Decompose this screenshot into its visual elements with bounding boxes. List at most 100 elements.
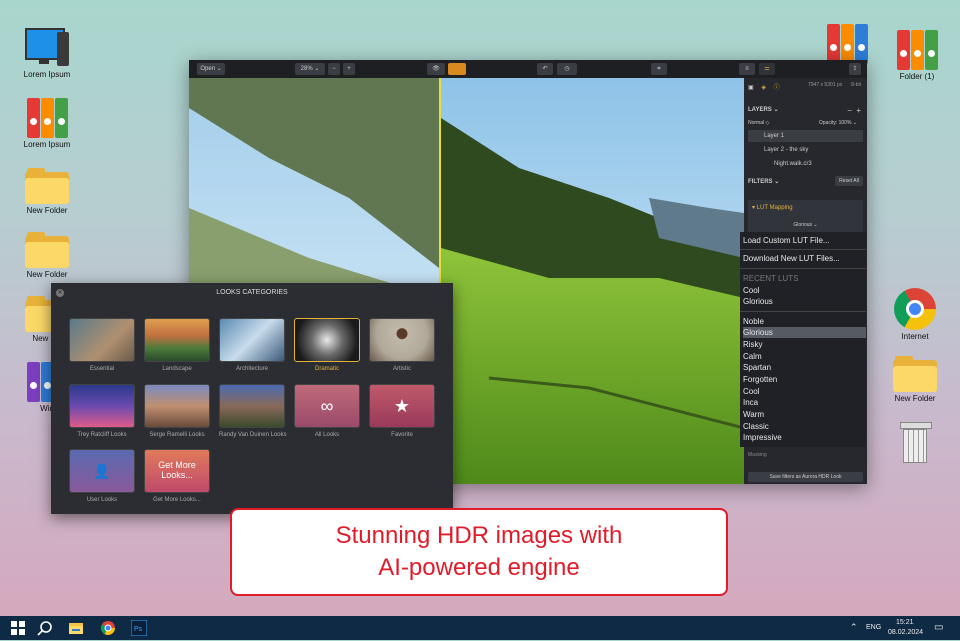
look-caption: Architecture [235,366,268,372]
computer-icon [25,28,69,68]
look-caption: Artistic [393,366,411,372]
history-icon[interactable]: ◷ [557,63,577,75]
folder-icon [25,168,69,204]
desktop-icon-folder[interactable]: New Folder [880,356,950,403]
desktop-icon-binders[interactable]: Lorem Ipsum [12,96,82,149]
trey-ratcliff-thumbnail [69,384,135,428]
lut-item[interactable]: Risky [743,339,866,350]
zoom-out-button[interactable]: − [328,63,340,75]
desktop-icon-recycle-bin[interactable] [880,422,950,463]
opacity-select[interactable]: Opacity: 100% ⌄ [819,120,857,126]
desktop-icon-label: New Folder [894,394,936,403]
layer-name: Layer 1 [764,133,785,139]
lut-item[interactable]: Forgotten [743,374,866,385]
look-caption: Essential [89,366,115,372]
layer-item[interactable]: Layer 1 [748,130,863,142]
undo-icon[interactable]: ↶ [537,63,553,75]
lut-item[interactable]: Noble [743,316,866,327]
look-tile-essential[interactable]: Essential [69,318,135,372]
zoom-select[interactable]: 28% ⌄ [295,63,325,75]
blend-mode-select[interactable]: Normal ◇ [748,120,769,126]
chrome-taskbar-icon[interactable] [100,620,116,636]
look-tile-favorite[interactable]: ★ Favorite [369,384,435,438]
eye-icon[interactable]: 👁 [427,63,445,75]
layers-panel-icon[interactable]: ≡ [739,63,755,75]
user-looks-thumbnail: 👤 [69,449,135,493]
download-lut-item[interactable]: Download New LUT Files... [743,253,866,264]
look-tile-architecture[interactable]: Architecture [219,318,285,372]
info-icon[interactable]: ⓘ [774,85,780,91]
look-tile-trey-ratcliff[interactable]: Trey Ratcliff Looks [69,384,135,438]
desktop-icon-folder-1[interactable]: Folder (1) [882,28,952,81]
layers-icon[interactable]: ◈ [761,85,766,91]
chevron-up-icon[interactable]: ⌃ [850,622,858,633]
desktop-icon-label: Internet [901,332,929,341]
callout-line-1: Stunning HDR images with [335,522,623,549]
load-custom-lut-item[interactable]: Load Custom LUT File... [743,235,866,246]
look-tile-all-looks[interactable]: ∞ All Looks [294,384,360,438]
architecture-thumbnail [219,318,285,362]
windows-start-icon[interactable] [10,620,26,636]
look-tile-artistic[interactable]: Artistic [369,318,435,372]
desktop-icon-computer[interactable]: Lorem Ipsum [12,28,82,79]
add-layer-icon[interactable]: − + [841,106,861,115]
crop-icon[interactable]: ⌗ [651,63,667,75]
filters-panel-icon[interactable]: ⚌ [759,63,775,75]
panel-icons-row: ▣ ◈ ⓘ 7947 x 5301 px 8-bit [748,82,863,92]
lut-item[interactable]: Spartan [743,362,866,373]
language-indicator[interactable]: ENG [866,624,881,631]
lut-item[interactable]: Calm [743,351,866,362]
zoom-in-button[interactable]: + [343,63,355,75]
look-tile-user-looks[interactable]: 👤 User Looks [69,449,135,503]
share-icon[interactable]: ⇪ [849,63,861,75]
clock-date[interactable]: 08.02.2024 [888,629,923,636]
lut-item-selected[interactable]: Glorious [743,327,866,338]
look-tile-get-more[interactable]: Get More Looks... Get More Looks... [144,449,210,503]
look-caption: User Looks [86,497,118,503]
dramatic-thumbnail [294,318,360,362]
open-button[interactable]: Open ⌄ [197,63,225,75]
recent-luts-header: RECENT LUTS [743,274,799,283]
layer-item[interactable]: Layer 2 - the sky [748,144,863,156]
layer-item[interactable]: Night.walk.cr3 [748,158,863,170]
lut-mapping-filter[interactable]: ▾ LUT Mapping [748,200,863,236]
binders-icon [895,28,939,70]
desktop-icon-winrar[interactable] [812,22,882,64]
clock-time[interactable]: 15:21 [896,619,914,626]
lut-item[interactable]: Cool [743,285,866,296]
save-filters-button[interactable]: Save filters as Aurora HDR Look [748,472,863,482]
lut-item[interactable]: Cool [743,386,866,397]
user-icon: 👤 [93,463,111,479]
svg-text:Ps: Ps [134,626,143,633]
all-looks-thumbnail: ∞ [294,384,360,428]
lut-item[interactable]: Impressive [743,432,866,443]
look-caption: Trey Ratcliff Looks [77,432,127,438]
lut-item[interactable]: Classic [743,421,866,432]
reset-all-button[interactable]: Reset All [835,176,863,186]
bit-depth-text: 8-bit [851,82,861,88]
search-icon[interactable] [37,620,53,636]
photoshop-icon[interactable]: Ps [130,619,148,637]
look-tile-dramatic[interactable]: Dramatic [294,318,360,372]
lut-item[interactable]: Inca [743,397,866,408]
lut-item[interactable]: Glorious [743,296,866,307]
lut-item[interactable]: Warm [743,409,866,420]
look-tile-serge-ramelli[interactable]: Serge Ramelli Looks [144,384,210,438]
desktop-icon-folder[interactable]: New Folder [12,168,82,215]
desktop-icon-folder[interactable]: New Folder [12,232,82,279]
serge-ramelli-thumbnail [144,384,210,428]
desktop-icon-internet[interactable]: Internet [880,288,950,341]
look-tile-landscape[interactable]: Landscape [144,318,210,372]
folder-icon [893,356,937,392]
layer-blend-row: Normal ◇ Opacity: 100% ⌄ [748,120,863,128]
look-caption: Landscape [162,366,192,372]
get-more-thumbnail: Get More Looks... [144,449,210,493]
desktop-icon-label: New Folder [26,206,68,215]
look-caption: Randy Van Duinen Looks [219,432,287,438]
notification-icon[interactable]: ▭ [934,622,943,633]
compare-icon[interactable] [448,63,466,75]
lut-select[interactable]: Glorious ⌄ [784,222,827,228]
look-tile-randy-van-duinen[interactable]: Randy Van Duinen Looks [219,384,287,438]
file-explorer-icon[interactable] [68,620,84,636]
image-icon[interactable]: ▣ [748,85,754,91]
